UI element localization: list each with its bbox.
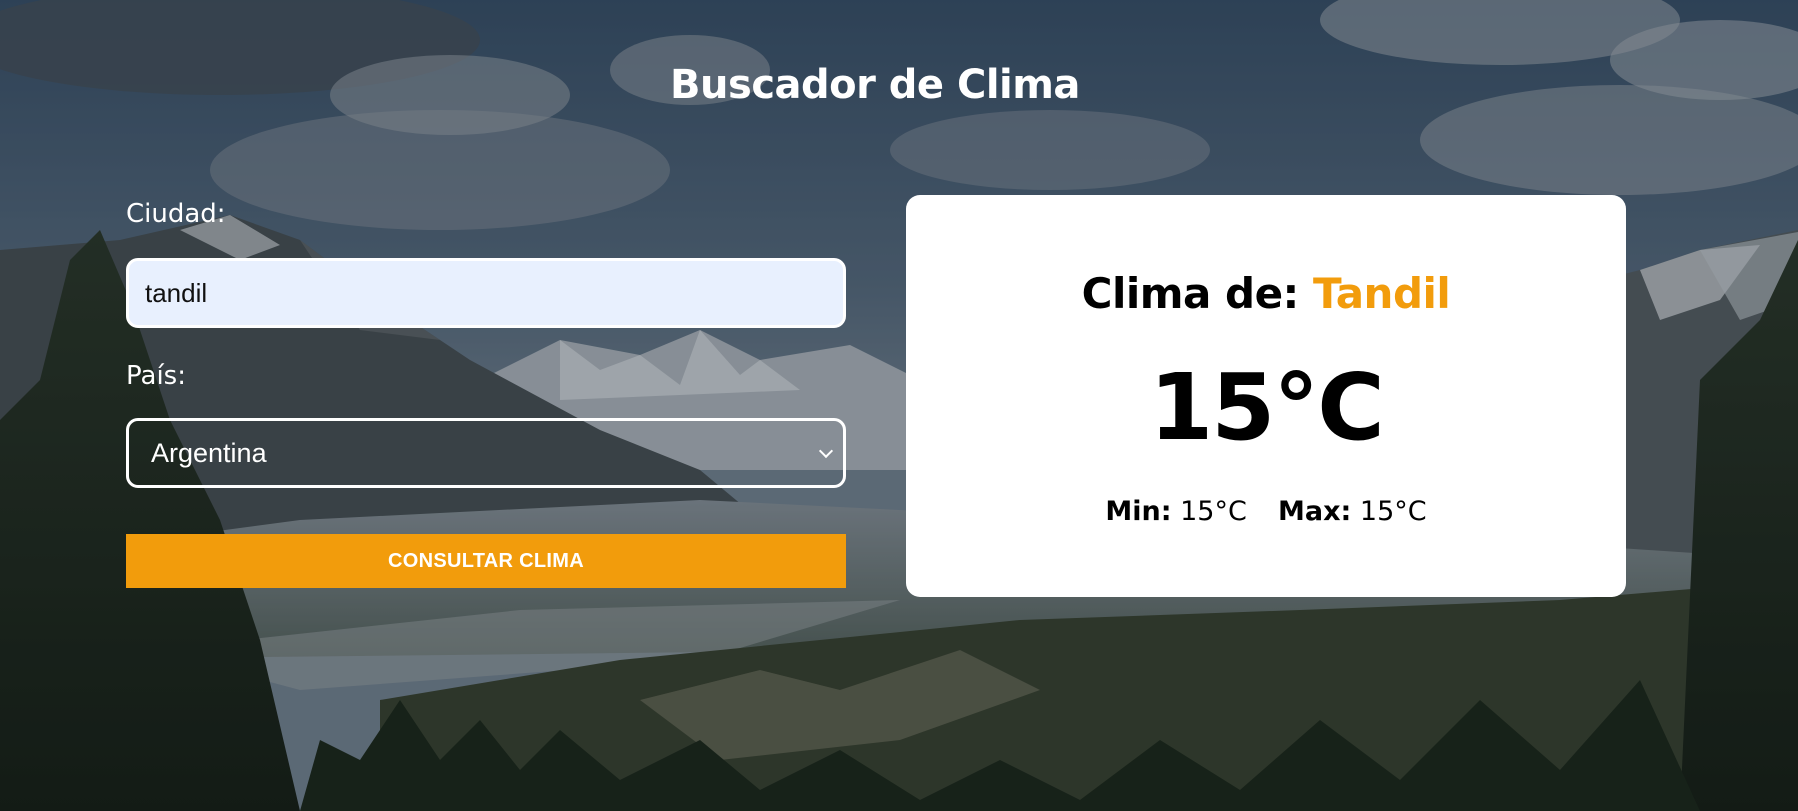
chevron-down-icon <box>818 443 834 459</box>
weather-search-form: Ciudad: País: Argentina Consultar Clima <box>126 196 846 588</box>
max-label: Max: <box>1278 496 1352 527</box>
city-label: Ciudad: <box>126 199 226 229</box>
page-title: Buscador de Clima <box>670 62 1080 108</box>
result-heading-prefix: Clima de: <box>1081 269 1300 318</box>
country-label: País: <box>126 361 186 391</box>
country-selected-value: Argentina <box>151 437 267 468</box>
city-input[interactable] <box>126 258 846 328</box>
current-temperature: 15°C <box>1149 354 1385 461</box>
weather-result-card: Clima de: Tandil 15°C Min: 15°C Max: 15°… <box>906 195 1626 597</box>
result-city-name: Tandil <box>1312 269 1451 318</box>
min-value: 15°C <box>1180 496 1247 527</box>
min-max-temperatures: Min: 15°C Max: 15°C <box>906 496 1626 527</box>
result-heading: Clima de: Tandil <box>906 269 1626 318</box>
consult-weather-button[interactable]: Consultar Clima <box>126 534 846 588</box>
min-label: Min: <box>1105 496 1172 527</box>
country-select[interactable]: Argentina <box>126 418 846 488</box>
max-value: 15°C <box>1359 496 1427 527</box>
